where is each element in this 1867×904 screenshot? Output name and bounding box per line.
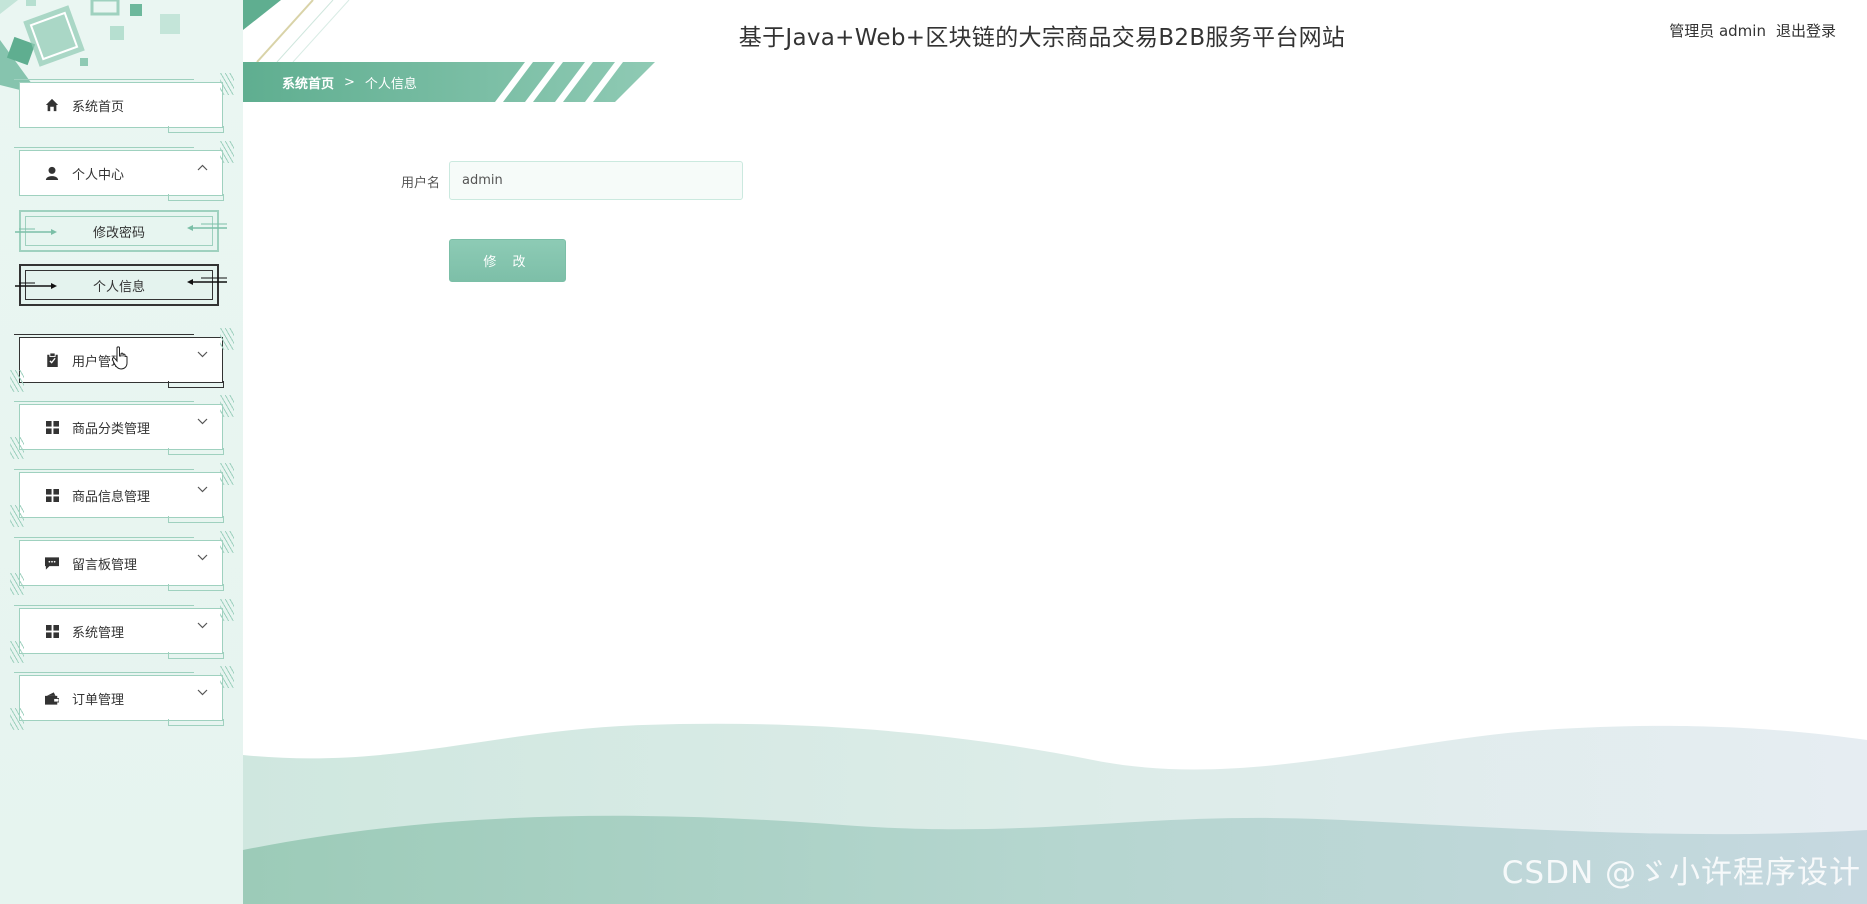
sidebar-item-order-management[interactable]: 订单管理 (10, 666, 234, 730)
chevron-down-icon (196, 415, 208, 427)
sidebar-item-label: 个人中心 (72, 167, 125, 183)
grid-icon (44, 419, 60, 435)
user-label: 管理员 admin (1669, 22, 1766, 40)
sidebar-item-category-management[interactable]: 商品分类管理 (10, 395, 234, 459)
breadcrumb-separator: > (344, 75, 355, 90)
user-icon (44, 165, 60, 181)
sidebar-item-label: 系统首页 (72, 99, 125, 115)
chevron-down-icon (196, 348, 208, 360)
grid-icon (44, 487, 60, 503)
chevron-up-icon (196, 161, 208, 173)
watermark: CSDN @ゞ小许程序设计 (1501, 855, 1861, 891)
sidebar: 系统首页 个人中心 修改密码 个人信息 用户管理 商品分类管理 商品信息管理 留… (0, 0, 243, 904)
chevron-down-icon (196, 483, 208, 495)
wallet-icon (44, 690, 60, 706)
arrow-right-icon (15, 228, 57, 235)
hand-cursor-icon (112, 346, 128, 370)
chevron-down-icon (196, 619, 208, 631)
clipboard-icon (44, 352, 60, 368)
user-area: 管理员 admin 退出登录 (1669, 20, 1836, 41)
sidebar-subitem-change-password[interactable]: 修改密码 (15, 210, 227, 252)
sidebar-item-label: 用户管理 (72, 354, 125, 370)
chevron-down-icon (196, 551, 208, 563)
breadcrumb-home[interactable]: 系统首页 (282, 73, 334, 92)
arrow-left-icon (187, 223, 227, 231)
grid-icon (44, 623, 60, 639)
message-icon (44, 555, 60, 571)
sidebar-item-personal-center[interactable]: 个人中心 (14, 141, 234, 201)
arrow-left-icon (187, 277, 227, 285)
sidebar-item-message-management[interactable]: 留言板管理 (10, 531, 234, 595)
sidebar-item-system-management[interactable]: 系统管理 (10, 599, 234, 663)
sidebar-subitem-personal-info[interactable]: 个人信息 (15, 264, 227, 306)
page-title: 基于Java+Web+区块链的大宗商品交易B2B服务平台网站 (738, 25, 1346, 51)
sidebar-item-label: 商品分类管理 (72, 421, 151, 437)
logout-link[interactable]: 退出登录 (1776, 20, 1836, 41)
chevron-down-icon (196, 686, 208, 698)
sidebar-item-product-management[interactable]: 商品信息管理 (10, 463, 234, 527)
username-label: 用户名 (400, 176, 440, 191)
sidebar-item-label: 系统管理 (72, 625, 125, 641)
sidebar-item-home[interactable]: 系统首页 (14, 73, 234, 133)
sidebar-item-label: 留言板管理 (72, 557, 138, 573)
home-icon (44, 97, 60, 113)
breadcrumb-current: 个人信息 (364, 77, 417, 92)
sidebar-subitem-label: 修改密码 (92, 225, 145, 241)
username-input[interactable] (449, 161, 743, 200)
sidebar-subitem-label: 个人信息 (92, 279, 145, 295)
breadcrumb-bar: 系统首页 > 个人信息 (243, 62, 655, 102)
breadcrumb: 系统首页 > 个人信息 (282, 73, 417, 92)
arrow-right-icon (15, 282, 57, 289)
sidebar-item-label: 订单管理 (72, 692, 125, 708)
sidebar-item-label: 商品信息管理 (72, 489, 151, 505)
submit-button[interactable]: 修 改 (449, 239, 566, 282)
